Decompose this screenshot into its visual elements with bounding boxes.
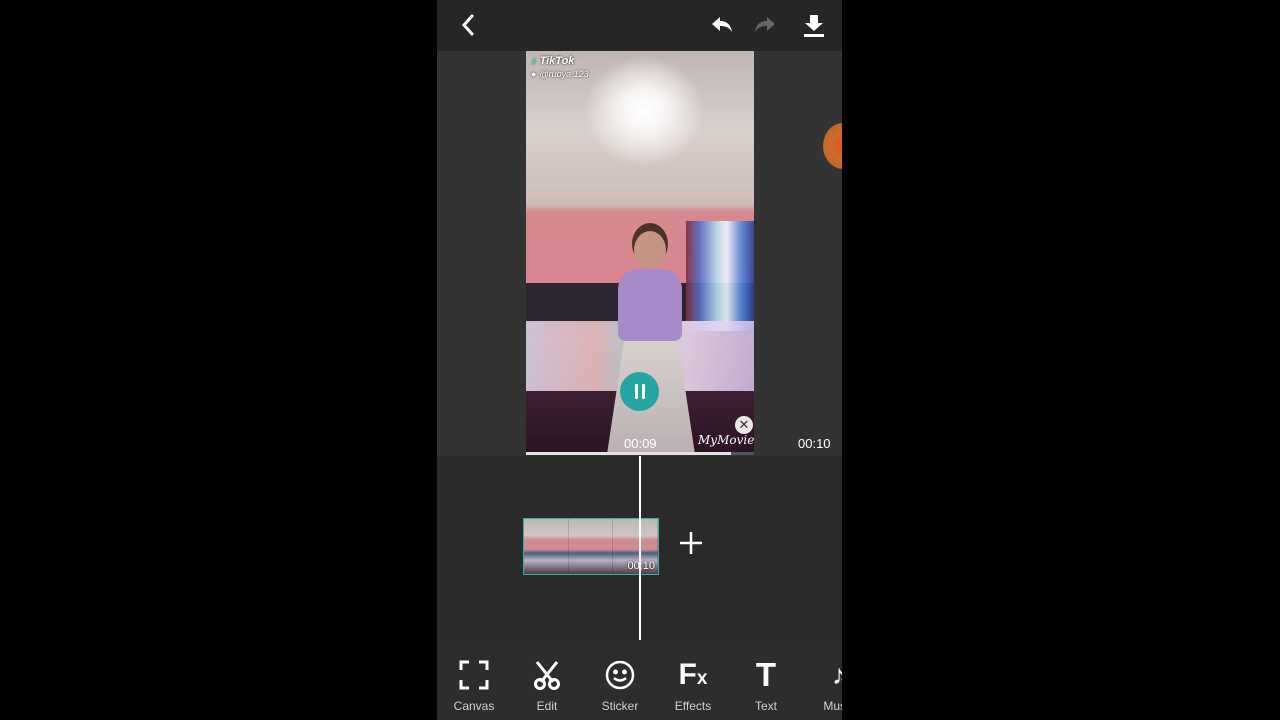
scene-person <box>606 231 696 454</box>
bottom-toolbar: Canvas Edit Sticker Fx Effects T Text ♪ … <box>437 640 842 720</box>
download-icon <box>804 15 824 37</box>
close-icon: ✕ <box>738 417 750 432</box>
tool-text[interactable]: T Text <box>736 640 796 720</box>
video-preview-area: ♪ TikTok ● @rubya.123 ✕ MyMovie 00:09 00… <box>437 51 842 456</box>
tool-label: Text <box>754 699 777 713</box>
tool-label: Edit <box>536 699 558 713</box>
tool-effects[interactable]: Fx Effects <box>663 640 723 720</box>
tool-label: Music <box>823 699 842 713</box>
playback-progress-bar[interactable] <box>526 452 754 455</box>
video-frame[interactable]: ♪ TikTok ● @rubya.123 ✕ MyMovie <box>526 51 754 454</box>
back-button[interactable] <box>455 12 481 38</box>
add-clip-button[interactable] <box>677 529 705 557</box>
scissors-icon <box>534 661 560 690</box>
download-button[interactable] <box>800 11 828 39</box>
playback-progress-fill <box>526 452 732 455</box>
tiktok-brand-text: TikTok <box>539 55 575 67</box>
clip-duration: 00:10 <box>627 560 655 572</box>
timeline: 00:10 <box>437 456 842 640</box>
clip-thumbnail <box>524 519 569 574</box>
tool-label: Sticker <box>601 699 639 713</box>
canvas-icon <box>459 660 489 690</box>
tool-edit[interactable]: Edit <box>517 640 577 720</box>
app-watermark: MyMovie <box>698 433 754 447</box>
redo-button[interactable] <box>750 12 780 38</box>
pause-button[interactable] <box>620 372 659 411</box>
tool-label: Effects <box>674 699 712 713</box>
tiktok-watermark: ♪ TikTok ● @rubya.123 <box>531 55 589 81</box>
undo-button[interactable] <box>707 12 737 38</box>
tool-sticker[interactable]: Sticker <box>590 640 650 720</box>
tiktok-logo-icon: ♪ <box>531 55 537 67</box>
scene-curtain <box>686 221 754 331</box>
scene-person-head <box>634 231 666 269</box>
chevron-left-icon <box>461 14 474 36</box>
plus-icon <box>680 532 702 554</box>
undo-icon <box>712 17 732 32</box>
fx-icon: Fx <box>678 658 708 691</box>
tool-music[interactable]: ♪ Music <box>809 640 842 720</box>
scene-person-body <box>618 269 682 341</box>
redo-icon <box>755 17 775 32</box>
music-note-icon: ♪ <box>832 659 842 690</box>
smiley-icon <box>605 660 635 690</box>
video-editor-screen: ♪ TikTok ● @rubya.123 ✕ MyMovie 00:09 00… <box>437 0 842 720</box>
floating-record-button[interactable] <box>823 123 842 169</box>
clip-thumbnail <box>568 519 614 574</box>
pause-icon <box>634 384 638 399</box>
current-time: 00:09 <box>624 436 657 451</box>
tool-label: Canvas <box>453 699 495 713</box>
user-icon: ● <box>531 69 537 79</box>
remove-watermark-button[interactable]: ✕ <box>735 416 753 434</box>
tiktok-username: @rubya.123 <box>539 69 589 79</box>
total-time: 00:10 <box>798 436 831 451</box>
text-icon: T <box>755 656 777 693</box>
tool-canvas[interactable]: Canvas <box>444 640 504 720</box>
pause-icon-bar <box>641 384 645 399</box>
playhead[interactable] <box>639 456 641 640</box>
top-bar <box>437 0 842 51</box>
